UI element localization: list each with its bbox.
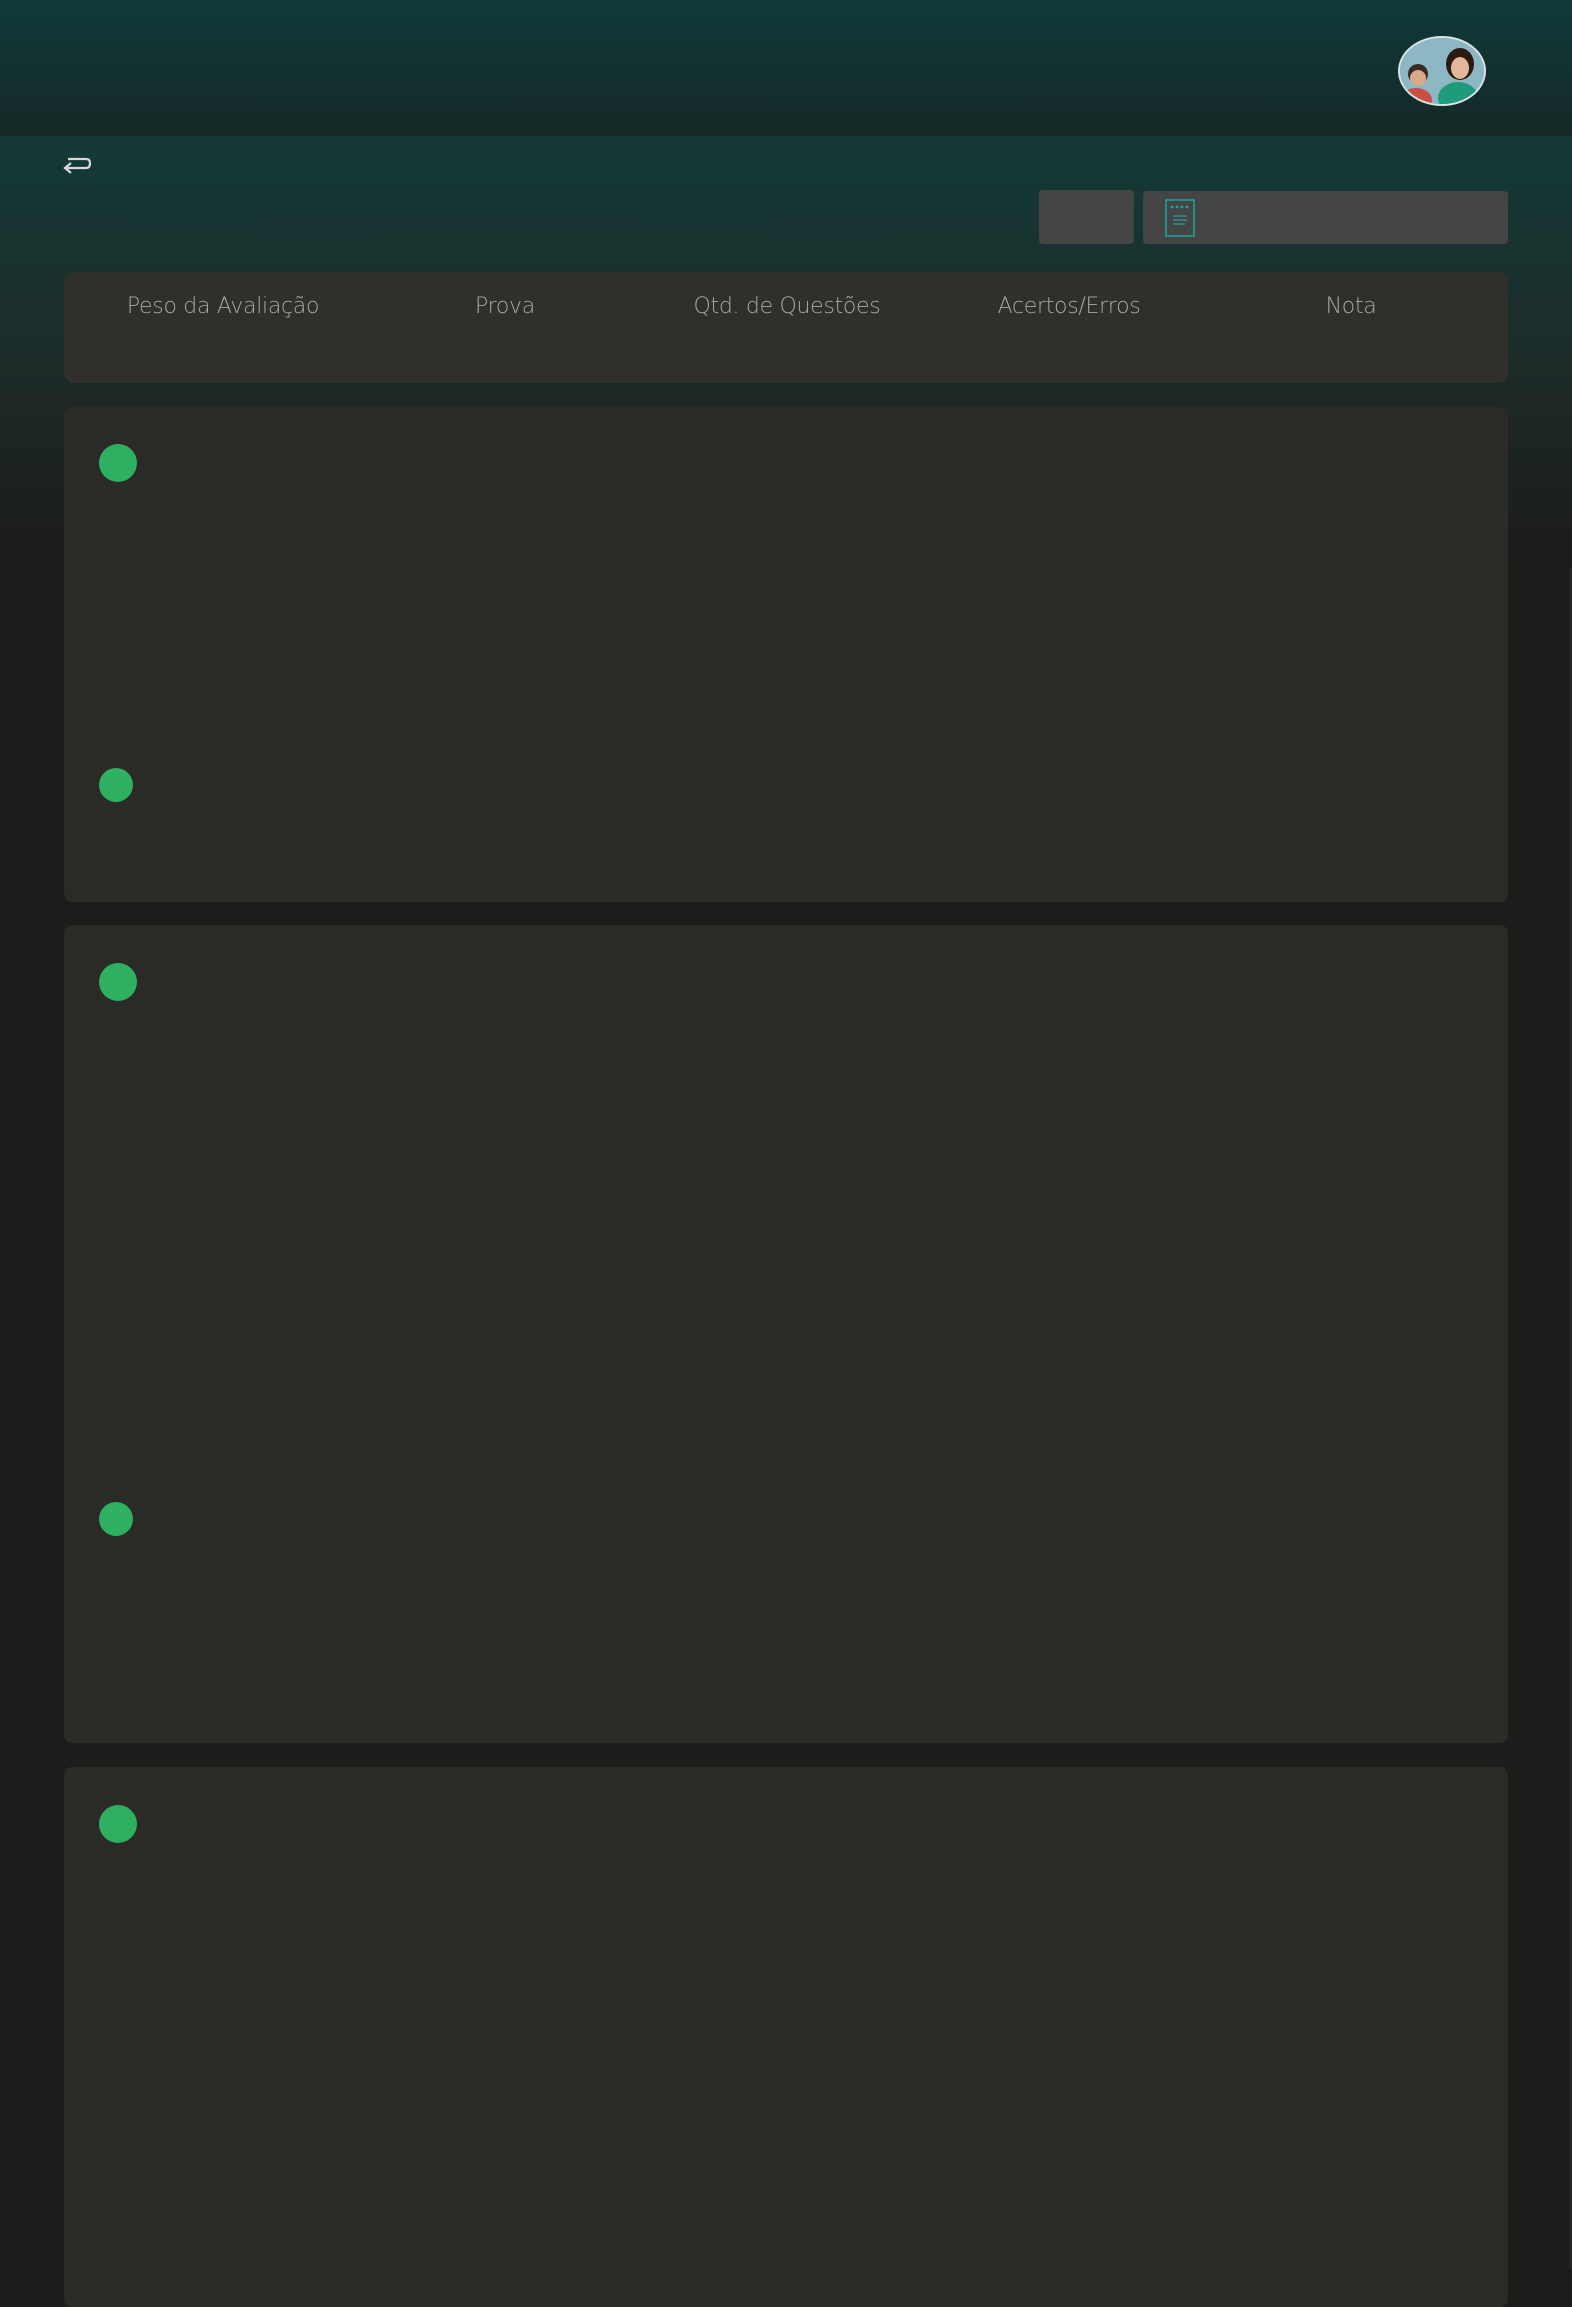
status-dot bbox=[99, 444, 137, 482]
result-card bbox=[64, 1767, 1508, 2307]
column-header-weight: Peso da Avaliação bbox=[126, 294, 320, 319]
result-card bbox=[64, 925, 1508, 1743]
status-dot bbox=[99, 963, 137, 1001]
result-card bbox=[64, 407, 1508, 902]
column-header-question-count: Qtd. de Questões bbox=[693, 294, 881, 319]
status-dot bbox=[99, 768, 133, 802]
filter-button[interactable] bbox=[1039, 190, 1134, 244]
status-dot bbox=[99, 1502, 133, 1536]
back-button[interactable] bbox=[60, 150, 94, 180]
document-icon bbox=[1165, 199, 1195, 237]
status-dot bbox=[99, 1805, 137, 1843]
avatar-photo bbox=[1400, 38, 1484, 104]
avatar[interactable] bbox=[1398, 36, 1486, 106]
return-arrow-icon bbox=[63, 157, 92, 174]
column-header-grade: Nota bbox=[1325, 294, 1377, 319]
column-header-hits-misses: Acertos/Erros bbox=[997, 294, 1141, 319]
exam-select[interactable] bbox=[1143, 191, 1508, 244]
column-header-exam: Prova bbox=[475, 294, 535, 319]
results-table-header: Peso da Avaliação Prova Qtd. de Questões… bbox=[64, 272, 1508, 383]
top-bar bbox=[0, 0, 1572, 136]
